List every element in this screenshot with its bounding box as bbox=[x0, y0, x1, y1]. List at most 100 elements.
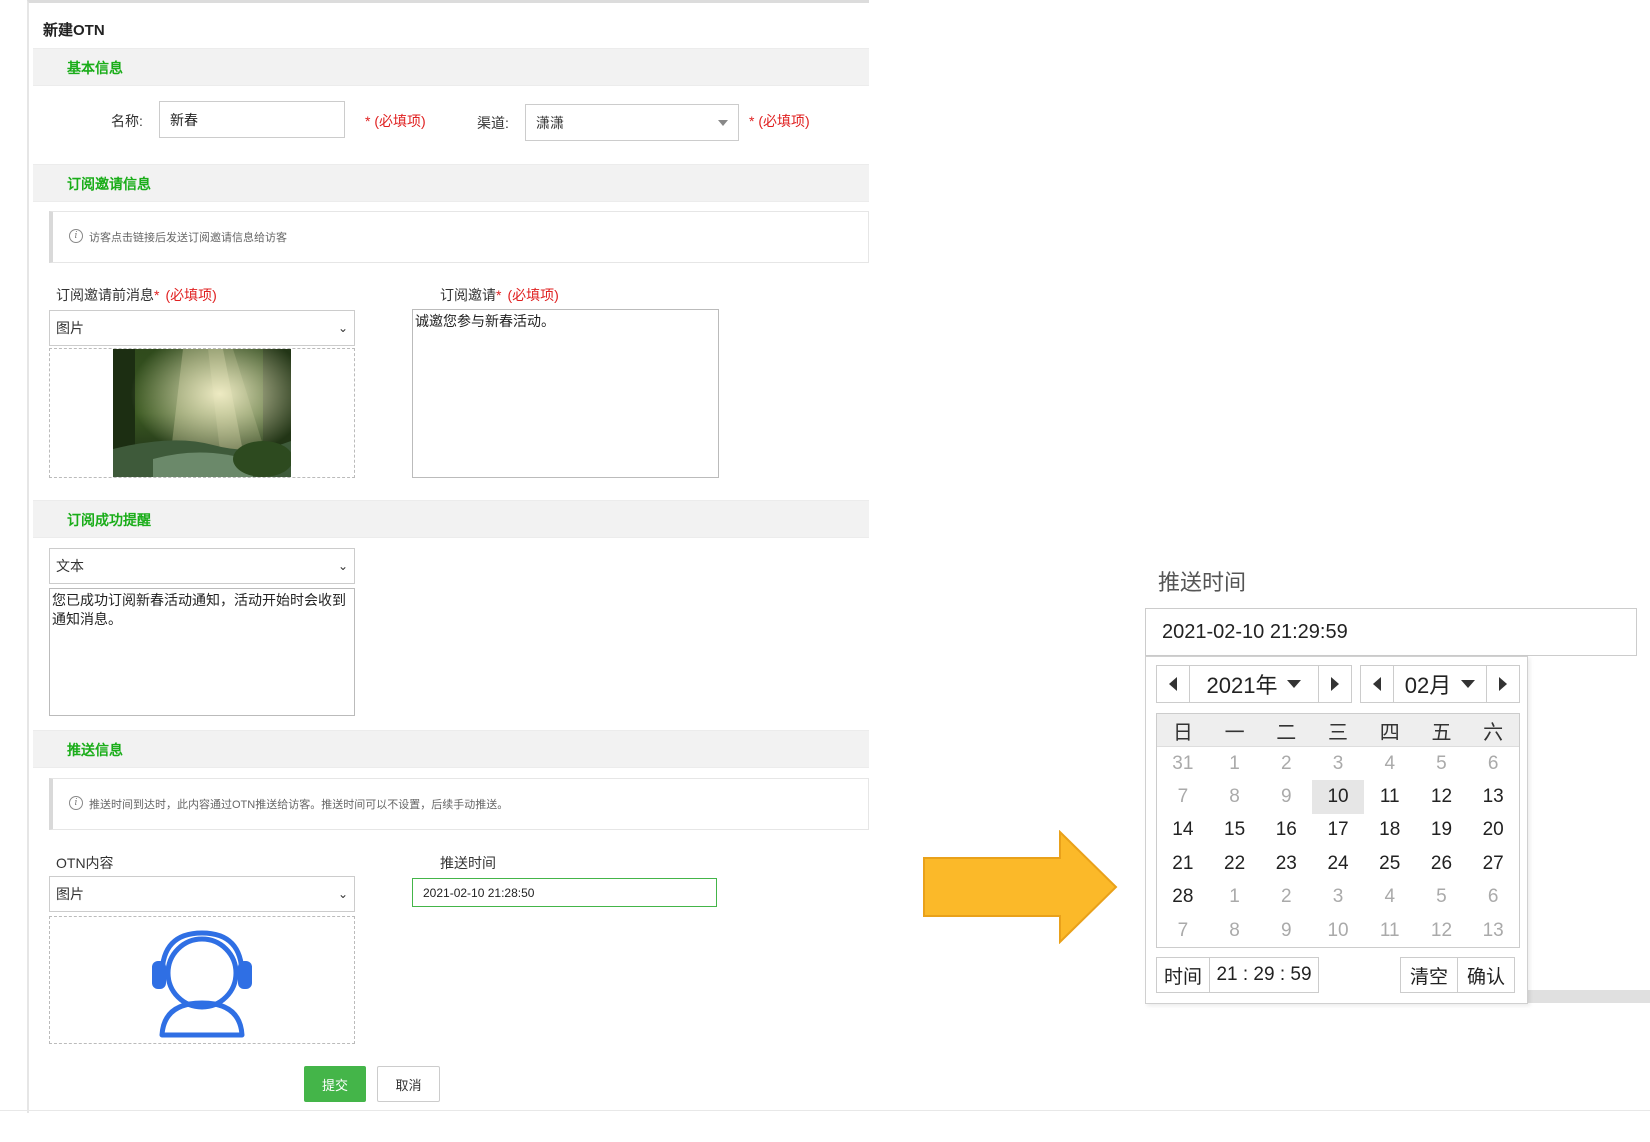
clear-button[interactable]: 清空 bbox=[1400, 957, 1458, 993]
caret-right-icon bbox=[1499, 677, 1507, 691]
next-month-button[interactable] bbox=[1486, 665, 1520, 703]
calendar-day[interactable]: 7 bbox=[1157, 780, 1209, 813]
calendar-day[interactable]: 10 bbox=[1312, 914, 1364, 947]
calendar-day[interactable]: 9 bbox=[1260, 780, 1312, 813]
calendar-day[interactable]: 8 bbox=[1209, 914, 1261, 947]
calendar-day[interactable]: 24 bbox=[1312, 847, 1364, 880]
next-year-button[interactable] bbox=[1318, 665, 1352, 703]
calendar-week-row: 21 22 23 24 25 26 27 bbox=[1157, 847, 1519, 880]
calendar-day[interactable]: 4 bbox=[1364, 747, 1416, 780]
calendar-day[interactable]: 21 bbox=[1157, 847, 1209, 880]
cancel-button[interactable]: 取消 bbox=[377, 1066, 440, 1102]
calendar-day[interactable]: 3 bbox=[1312, 747, 1364, 780]
section-push-title: 推送信息 bbox=[67, 742, 123, 758]
calendar-day[interactable]: 26 bbox=[1416, 847, 1468, 880]
calendar-day[interactable]: 5 bbox=[1416, 881, 1468, 914]
year-select[interactable]: 2021年 bbox=[1190, 665, 1318, 703]
calendar-day[interactable]: 12 bbox=[1416, 780, 1468, 813]
calendar-day[interactable]: 11 bbox=[1364, 914, 1416, 947]
calendar-day[interactable]: 6 bbox=[1467, 881, 1519, 914]
month-select[interactable]: 02月 bbox=[1394, 665, 1486, 703]
calendar-day[interactable]: 2 bbox=[1260, 881, 1312, 914]
chevron-down-icon: ⌄ bbox=[337, 559, 348, 573]
name-label: 名称: bbox=[111, 113, 143, 129]
prev-month-button[interactable] bbox=[1360, 665, 1394, 703]
forest-image bbox=[113, 349, 291, 477]
success-textarea[interactable]: 您已成功订阅新春活动通知，活动开始时会收到通知消息。 bbox=[49, 588, 355, 716]
calendar-day[interactable]: 10 bbox=[1312, 780, 1364, 814]
calendar-day[interactable]: 2 bbox=[1260, 747, 1312, 780]
calendar-day[interactable]: 16 bbox=[1260, 814, 1312, 847]
date-picker: 2021年 02月 日一二三四五六 31 1 2 3 4 5 6 7 8 9 10 11 12 13 14 1… bbox=[1145, 656, 1528, 1004]
calendar-day[interactable]: 11 bbox=[1364, 780, 1416, 813]
invite-textarea[interactable]: 诚邀您参与新春活动。 bbox=[412, 309, 719, 478]
prev-year-button[interactable] bbox=[1156, 665, 1190, 703]
zoom-push-time-input[interactable]: 2021-02-10 21:29:59 bbox=[1145, 608, 1637, 656]
caret-left-icon bbox=[1373, 677, 1381, 691]
section-success-title: 订阅成功提醒 bbox=[67, 512, 151, 528]
calendar-day[interactable]: 7 bbox=[1157, 914, 1209, 947]
calendar-day[interactable]: 13 bbox=[1467, 780, 1519, 813]
calendar-day[interactable]: 14 bbox=[1157, 814, 1209, 847]
calendar-day[interactable]: 5 bbox=[1416, 747, 1468, 780]
calendar-day[interactable]: 13 bbox=[1467, 914, 1519, 947]
calendar-day[interactable]: 23 bbox=[1260, 847, 1312, 880]
chevron-down-icon: ⌄ bbox=[337, 887, 348, 901]
calendar-day[interactable]: 8 bbox=[1209, 780, 1261, 813]
otn-type-select[interactable]: 图片 ⌄ bbox=[49, 876, 355, 912]
section-subscribe: 订阅邀请信息 bbox=[33, 164, 869, 202]
pre-msg-type-value: 图片 bbox=[56, 320, 84, 336]
calendar-week-row: 14 15 16 17 18 19 20 bbox=[1157, 814, 1519, 847]
calendar-day[interactable]: 15 bbox=[1209, 814, 1261, 847]
calendar-day[interactable]: 20 bbox=[1467, 814, 1519, 847]
section-basic: 基本信息 bbox=[33, 48, 869, 86]
calendar-day[interactable]: 27 bbox=[1467, 847, 1519, 880]
confirm-button[interactable]: 确认 bbox=[1457, 957, 1515, 993]
chevron-down-icon: ⌄ bbox=[337, 321, 348, 335]
channel-required: * (必填项) bbox=[749, 113, 810, 129]
pre-msg-type-select[interactable]: 图片 ⌄ bbox=[49, 310, 355, 346]
calendar-day[interactable]: 9 bbox=[1260, 914, 1312, 947]
caret-right-icon bbox=[1331, 677, 1339, 691]
subscribe-notice-text: 访客点击链接后发送订阅邀请信息给访客 bbox=[89, 232, 287, 244]
channel-select[interactable]: 潇潇 bbox=[525, 104, 739, 141]
calendar-day[interactable]: 1 bbox=[1209, 881, 1261, 914]
weekday-label: 四 bbox=[1379, 721, 1400, 744]
otn-form-panel: 新建OTN 基本信息 名称: 新春 * (必填项) 渠道: 潇潇 * (必填项)… bbox=[27, 0, 869, 1113]
info-icon: i bbox=[69, 796, 83, 810]
calendar-day[interactable]: 6 bbox=[1467, 747, 1519, 780]
otn-image-area[interactable] bbox=[49, 916, 355, 1044]
weekday-label: 二 bbox=[1276, 721, 1297, 744]
caret-left-icon bbox=[1169, 677, 1177, 691]
otn-type-value: 图片 bbox=[56, 886, 84, 902]
push-notice-text: 推送时间到达时，此内容通过OTN推送给访客。推送时间可以不设置，后续手动推送。 bbox=[89, 799, 509, 811]
page-title: 新建OTN bbox=[43, 22, 105, 39]
month-nav: 02月 bbox=[1360, 665, 1520, 705]
customer-service-icon bbox=[152, 930, 252, 1038]
calendar-day[interactable]: 25 bbox=[1364, 847, 1416, 880]
push-time-input[interactable]: 2021-02-10 21:28:50 bbox=[412, 878, 717, 907]
invite-label: 订阅邀请* (必填项) bbox=[440, 287, 559, 303]
calendar-day[interactable]: 3 bbox=[1312, 881, 1364, 914]
weekday-header: 日一二三四五六 bbox=[1157, 714, 1519, 747]
caret-down-icon bbox=[1287, 680, 1302, 688]
calendar-day[interactable]: 31 bbox=[1157, 747, 1209, 780]
chevron-down-icon bbox=[718, 119, 728, 126]
name-input[interactable]: 新春 bbox=[159, 101, 345, 138]
calendar-day[interactable]: 12 bbox=[1416, 914, 1468, 947]
calendar-grid: 日一二三四五六 31 1 2 3 4 5 6 7 8 9 10 11 12 13 14 15 16 17 18 19 2… bbox=[1156, 713, 1520, 949]
pre-msg-image-area[interactable] bbox=[49, 348, 355, 478]
calendar-day[interactable]: 28 bbox=[1157, 881, 1209, 914]
time-label: 时间 bbox=[1156, 957, 1210, 993]
time-value[interactable]: 21 : 29 : 59 bbox=[1209, 957, 1319, 993]
calendar-day[interactable]: 18 bbox=[1364, 814, 1416, 847]
date-picker-footer: 时间 21 : 29 : 59 清空 确认 bbox=[1156, 957, 1520, 993]
calendar-day[interactable]: 17 bbox=[1312, 814, 1364, 847]
calendar-day[interactable]: 19 bbox=[1416, 814, 1468, 847]
success-type-select[interactable]: 文本 ⌄ bbox=[49, 548, 355, 584]
submit-button[interactable]: 提交 bbox=[304, 1066, 366, 1102]
calendar-day[interactable]: 1 bbox=[1209, 747, 1261, 780]
zoom-shadow-bar bbox=[1528, 990, 1650, 1003]
calendar-day[interactable]: 22 bbox=[1209, 847, 1261, 880]
calendar-day[interactable]: 4 bbox=[1364, 881, 1416, 914]
